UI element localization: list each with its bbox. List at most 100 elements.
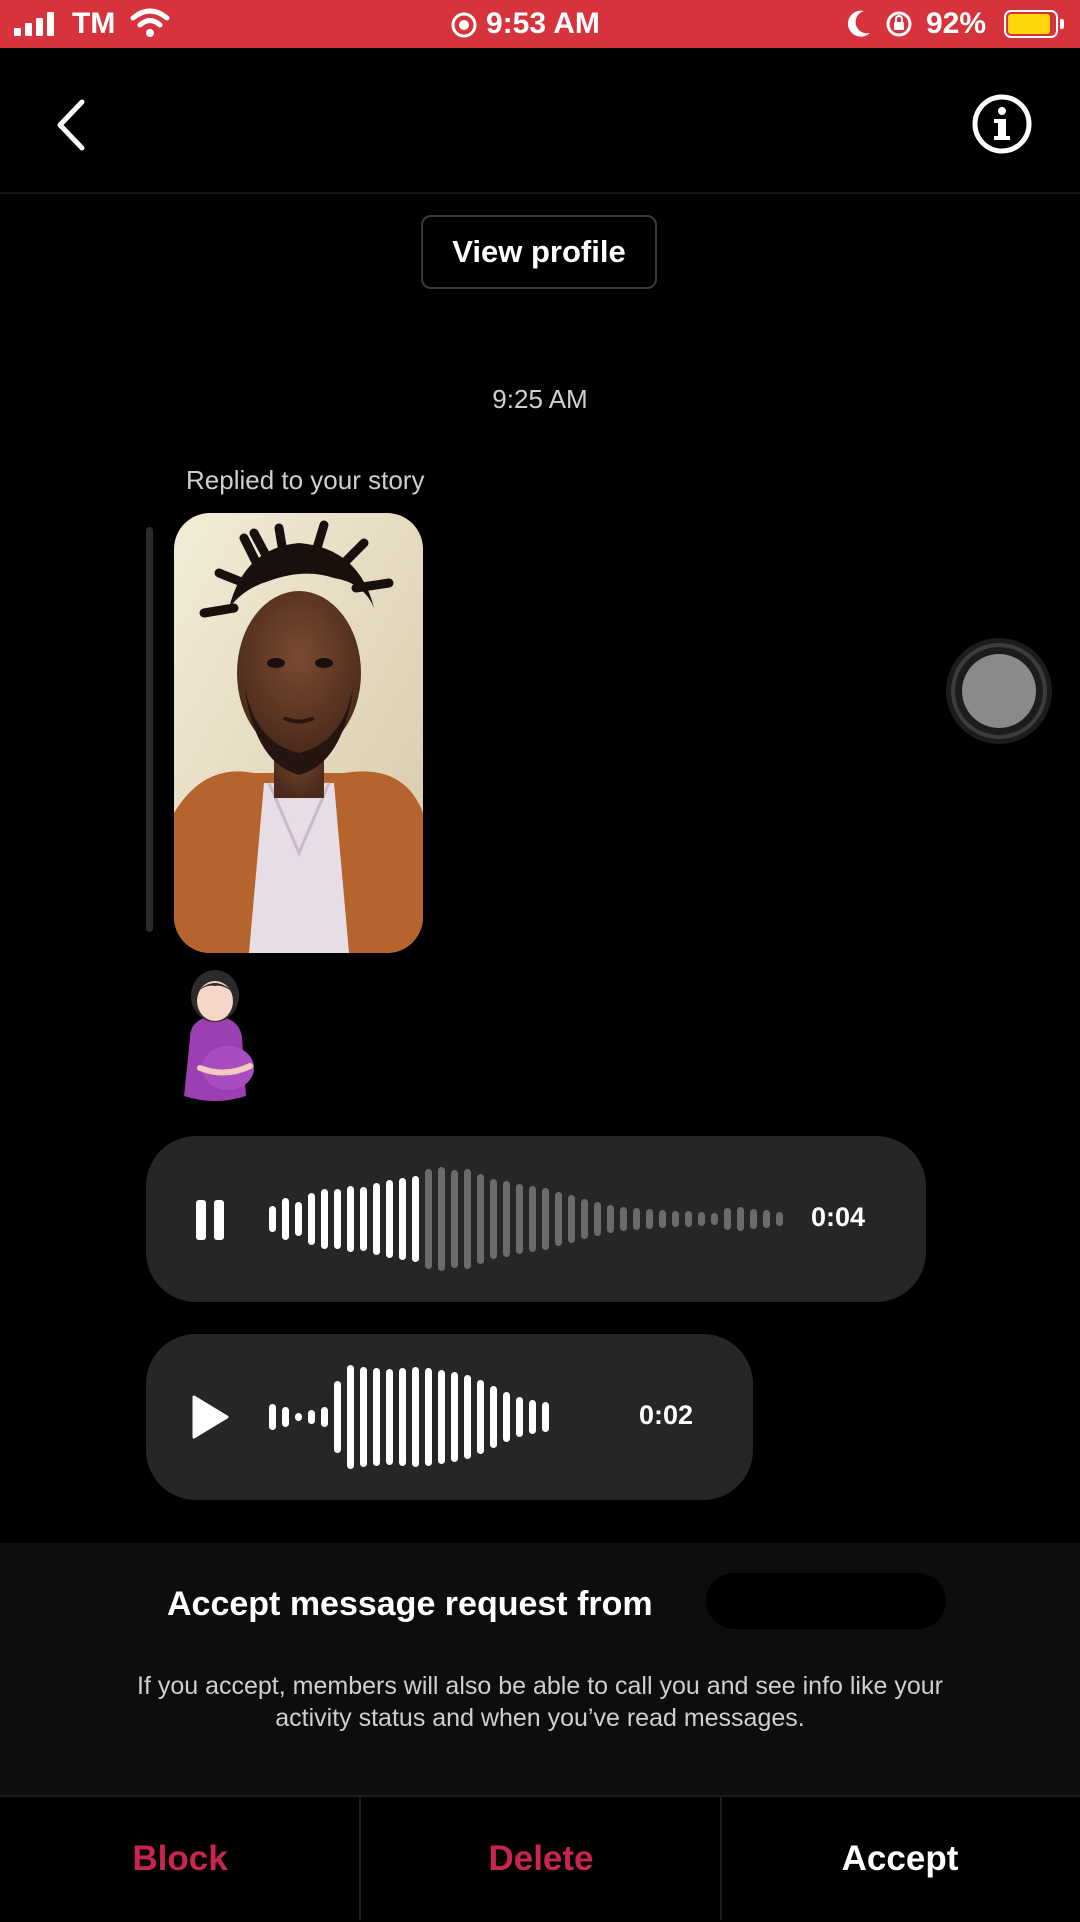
wifi-icon <box>130 8 170 37</box>
waveform-bar <box>373 1183 380 1255</box>
waveform-bar <box>360 1367 367 1467</box>
voice-message[interactable]: 0:04 <box>146 1136 926 1302</box>
cellular-signal-icon <box>14 0 60 48</box>
waveform-bar <box>360 1187 367 1251</box>
waveform-bar <box>503 1392 510 1442</box>
waveform-bar <box>282 1198 289 1240</box>
view-profile-button[interactable]: View profile <box>421 215 657 289</box>
waveform-bar <box>269 1404 276 1430</box>
waveform-bar <box>724 1208 731 1230</box>
waveform-bar <box>451 1372 458 1462</box>
waveform-bar <box>412 1176 419 1262</box>
pause-button[interactable] <box>194 1198 228 1247</box>
waveform-bar <box>399 1178 406 1260</box>
waveform-bar <box>529 1186 536 1252</box>
waveform-bar <box>321 1407 328 1427</box>
floating-record-button[interactable] <box>944 636 1054 746</box>
waveform-bar <box>711 1213 718 1225</box>
waveform-bar <box>438 1167 445 1271</box>
waveform-bar <box>542 1402 549 1432</box>
waveform-bar <box>542 1188 549 1250</box>
request-description-line: activity status and when you’ve read mes… <box>275 1704 805 1732</box>
waveform-bar <box>646 1209 653 1229</box>
waveform-bar <box>555 1192 562 1246</box>
story-thumbnail[interactable] <box>174 513 423 953</box>
waveform-bar <box>516 1184 523 1254</box>
waveform-bar <box>568 1195 575 1243</box>
accept-button[interactable]: Accept <box>720 1797 1080 1920</box>
waveform-bar <box>321 1189 328 1249</box>
waveform-bar <box>698 1212 705 1226</box>
waveform-bar <box>464 1375 471 1459</box>
waveform-bar <box>529 1400 536 1434</box>
waveform-bar <box>594 1202 601 1236</box>
waveform-bar <box>763 1210 770 1228</box>
waveform-bar <box>386 1369 393 1465</box>
waveform-bar <box>334 1381 341 1453</box>
block-button[interactable]: Block <box>0 1797 360 1920</box>
battery-icon <box>1004 10 1064 38</box>
waveform-bar <box>685 1211 692 1227</box>
status-bar: TM 9:53 AM 92% <box>0 0 1080 48</box>
waveform-bar <box>451 1170 458 1268</box>
waveform-bar <box>737 1207 744 1231</box>
header-divider <box>0 192 1080 194</box>
waveform-bar <box>633 1208 640 1230</box>
waveform-bar <box>477 1174 484 1264</box>
waveform-bar <box>269 1206 276 1232</box>
carrier-name: TM <box>72 7 116 40</box>
do-not-disturb-moon-icon <box>847 10 870 37</box>
story-reply-label: Replied to your story <box>186 465 425 495</box>
delete-button[interactable]: Delete <box>361 1797 721 1920</box>
waveform-bar <box>490 1386 497 1448</box>
waveform-bar <box>620 1207 627 1231</box>
request-title: Accept message request from <box>167 1585 653 1623</box>
waveform-bar <box>412 1367 419 1467</box>
reply-indicator-bar <box>146 527 153 932</box>
waveform-bar <box>672 1211 679 1227</box>
waveform-bar <box>347 1365 354 1469</box>
redacted-username <box>706 1573 946 1629</box>
waveform-bar <box>373 1368 380 1466</box>
waveform-bar <box>477 1380 484 1454</box>
waveform-bar <box>295 1413 302 1421</box>
pregnant-woman-emoji-icon <box>184 970 254 1101</box>
orientation-lock-icon <box>886 11 912 37</box>
back-button[interactable] <box>44 90 104 160</box>
message-timestamp: 9:25 AM <box>492 384 588 414</box>
record-circle-icon <box>946 638 1052 744</box>
chevron-left-icon <box>57 99 85 151</box>
emoji-message[interactable] <box>170 968 260 1106</box>
waveform-bar <box>386 1180 393 1258</box>
audio-waveform[interactable] <box>269 1159 789 1279</box>
waveform-bar <box>750 1209 757 1229</box>
waveform-bar <box>607 1205 614 1233</box>
waveform-bar <box>347 1186 354 1252</box>
waveform-bar <box>399 1368 406 1466</box>
waveform-bar <box>425 1368 432 1466</box>
info-button[interactable] <box>970 92 1034 156</box>
audio-waveform[interactable] <box>269 1357 629 1477</box>
waveform-bar <box>438 1370 445 1464</box>
waveform-bar <box>425 1169 432 1269</box>
waveform-bar <box>776 1212 783 1226</box>
waveform-bar <box>659 1210 666 1228</box>
waveform-bar <box>503 1181 510 1257</box>
waveform-bar <box>282 1407 289 1427</box>
story-portrait-image <box>174 513 423 953</box>
waveform-bar <box>295 1202 302 1236</box>
waveform-bar <box>308 1410 315 1424</box>
info-circle-icon <box>972 94 1032 154</box>
request-description: If you accept, members will also be able… <box>40 1670 1040 1734</box>
play-icon <box>192 1395 229 1439</box>
request-description-line: If you accept, members will also be able… <box>137 1672 943 1700</box>
voice-duration: 0:04 <box>811 1202 866 1232</box>
screen-recording-icon <box>451 12 477 38</box>
waveform-bar <box>490 1179 497 1259</box>
voice-message[interactable]: 0:02 <box>146 1334 753 1500</box>
waveform-bar <box>308 1193 315 1245</box>
play-button[interactable] <box>190 1394 230 1445</box>
waveform-bar <box>581 1199 588 1239</box>
voice-duration: 0:02 <box>639 1400 694 1430</box>
status-time: 9:53 AM <box>486 7 600 40</box>
